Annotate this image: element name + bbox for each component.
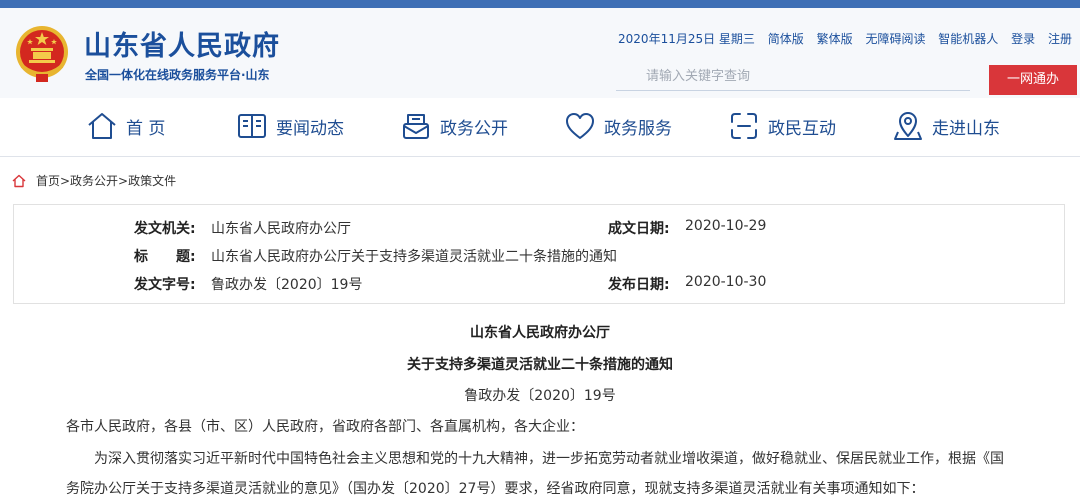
nav-label: 政民互动 [768, 118, 836, 139]
doc-number: 鲁政办发〔2020〕19号 [464, 388, 616, 404]
top-accent-bar [0, 0, 1080, 8]
doc-paragraph-line: 为深入贯彻落实习近平新时代中国特色社会主义思想和党的十九大精神，进一步拓宽劳动者… [94, 451, 1004, 467]
site-title: 山东省人民政府 [84, 31, 280, 62]
site-subtitle: 全国一体化在线政务服务平台·山东 [85, 68, 270, 82]
nav-item-home[interactable]: 首 页 [86, 108, 165, 144]
nav-item-interact[interactable]: 政民互动 [728, 108, 836, 144]
nav-item-news[interactable]: 要闻动态 [236, 108, 344, 144]
nav-item-service[interactable]: 政务服务 [564, 108, 672, 144]
link-login[interactable]: 登录 [1011, 32, 1035, 46]
nav-label: 政务公开 [440, 118, 508, 139]
breadcrumb: 首页>政务公开>政策文件 [12, 172, 176, 189]
breadcrumb-text[interactable]: 首页>政务公开>政策文件 [36, 172, 176, 189]
nav-label: 要闻动态 [276, 118, 344, 139]
nav-label: 政务服务 [604, 118, 672, 139]
written-date-label: 成文日期: [608, 221, 670, 237]
link-register[interactable]: 注册 [1048, 32, 1072, 46]
nav-label: 首 页 [126, 118, 166, 139]
location-icon [894, 112, 922, 140]
doc-number-value: 鲁政办发〔2020〕19号 [211, 277, 363, 293]
national-emblem-icon [16, 26, 68, 82]
doc-heading-issuer: 山东省人民政府办公厅 [470, 325, 610, 341]
issuer-label: 发文机关: [134, 221, 196, 237]
publish-date-value: 2020-10-30 [685, 274, 767, 290]
home-small-icon [12, 174, 26, 187]
title-value: 山东省人民政府办公厅关于支持多渠道灵活就业二十条措施的通知 [211, 249, 617, 265]
home-icon [88, 113, 116, 139]
nav-item-public[interactable]: 政务公开 [400, 108, 508, 144]
site-header: 山东省人民政府 全国一体化在线政务服务平台·山东 2020年11月25日 星期三… [0, 8, 1080, 98]
public-icon [403, 114, 429, 139]
doc-salutation: 各市人民政府，各县（市、区）人民政府，省政府各部门、各直属机构，各大企业： [66, 419, 584, 435]
interact-icon [731, 113, 757, 139]
link-traditional[interactable]: 繁体版 [817, 32, 853, 46]
yiwang-button[interactable]: 一网通办 [989, 65, 1077, 95]
link-robot[interactable]: 智能机器人 [938, 32, 998, 46]
title-label: 标 题: [134, 249, 196, 265]
doc-number-label: 发文字号: [134, 277, 196, 293]
heart-icon [566, 113, 594, 139]
issuer-value: 山东省人民政府办公厅 [211, 221, 351, 237]
nav-item-shandong[interactable]: 走进山东 [892, 108, 1000, 144]
link-accessible[interactable]: 无障碍阅读 [865, 32, 925, 46]
nav-label: 走进山东 [932, 118, 1000, 139]
document-meta-box: 发文机关: 山东省人民政府办公厅 成文日期: 2020-10-29 标 题: 山… [13, 204, 1065, 304]
publish-date-label: 发布日期: [608, 277, 670, 293]
news-icon [238, 114, 266, 138]
doc-heading-title: 关于支持多渠道灵活就业二十条措施的通知 [407, 357, 673, 373]
utility-links: 2020年11月25日 星期三 简体版 繁体版 无障碍阅读 智能机器人 登录 注… [618, 30, 1072, 47]
main-nav: 首 页 要闻动态 政务公开 政务服务 政民互动 走进山东 [0, 98, 1080, 157]
current-date: 2020年11月25日 星期三 [618, 32, 755, 46]
search-input[interactable] [616, 63, 970, 91]
written-date-value: 2020-10-29 [685, 218, 767, 234]
doc-paragraph-line: 务院办公厅关于支持多渠道灵活就业的意见》（国办发〔2020〕27号）要求，经省政… [66, 481, 925, 497]
link-simplified[interactable]: 简体版 [768, 32, 804, 46]
